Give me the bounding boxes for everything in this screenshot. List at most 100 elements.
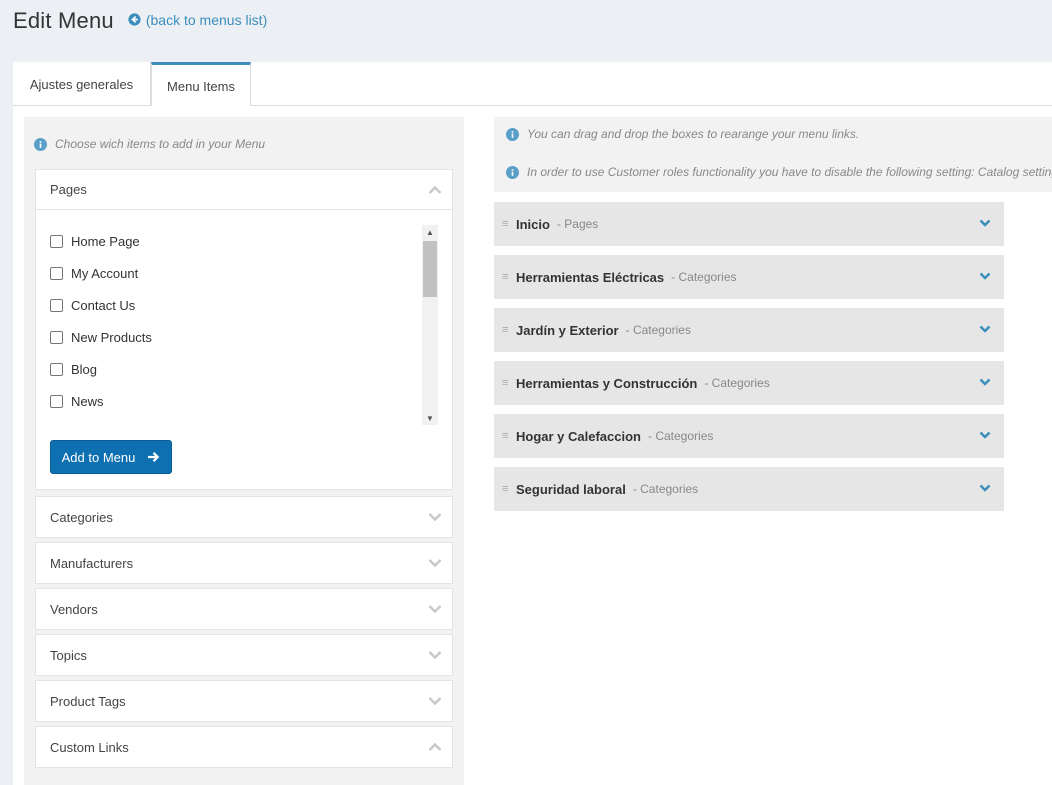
pages-panel-title: Pages bbox=[50, 182, 87, 197]
list-item[interactable]: New Products bbox=[50, 321, 424, 353]
chevron-down-icon bbox=[428, 513, 442, 522]
page-option-label: New Products bbox=[71, 329, 152, 345]
add-to-menu-button[interactable]: Add to Menu bbox=[50, 440, 172, 474]
drag-handle-icon[interactable]: ≡ bbox=[502, 271, 510, 283]
page-title: Edit Menu bbox=[13, 8, 114, 33]
customer-roles-note: In order to use Customer roles functiona… bbox=[506, 165, 1052, 179]
custom-links-panel: Custom Links bbox=[35, 726, 453, 768]
drag-handle-icon[interactable]: ≡ bbox=[502, 218, 510, 230]
vendors-panel-header[interactable]: Vendors bbox=[36, 589, 452, 629]
topics-panel: Topics bbox=[35, 634, 453, 676]
pages-panel: Pages Home Page My Account Contact Us Ne… bbox=[35, 169, 453, 490]
tab-general-settings[interactable]: Ajustes generales bbox=[13, 62, 151, 106]
left-info-text: Choose wich items to add in your Menu bbox=[55, 137, 266, 151]
menu-item[interactable]: ≡ Herramientas y Construcción - Categori… bbox=[494, 361, 1004, 405]
info-icon bbox=[506, 165, 519, 179]
custom-links-panel-title: Custom Links bbox=[50, 739, 129, 755]
chevron-down-icon bbox=[428, 605, 442, 614]
menu-item-type: - Categories bbox=[671, 270, 737, 284]
chevron-down-icon[interactable] bbox=[979, 483, 991, 493]
chevron-down-icon[interactable] bbox=[979, 218, 991, 228]
scroll-thumb[interactable] bbox=[423, 241, 437, 297]
vendors-panel: Vendors bbox=[35, 588, 453, 630]
pages-checklist: Home Page My Account Contact Us New Prod… bbox=[50, 225, 424, 425]
available-items-panel: Choose wich items to add in your Menu Pa… bbox=[24, 117, 464, 785]
back-to-menus-link[interactable]: (back to menus list) bbox=[128, 12, 267, 28]
add-to-menu-label: Add to Menu bbox=[61, 449, 136, 465]
info-icon bbox=[506, 127, 519, 141]
drag-handle-icon[interactable]: ≡ bbox=[502, 483, 510, 495]
right-info-box: You can drag and drop the boxes to reara… bbox=[494, 117, 1052, 192]
list-item[interactable]: News bbox=[50, 385, 424, 417]
menu-item-title: Herramientas y Construcción bbox=[516, 375, 698, 391]
left-info-note: Choose wich items to add in your Menu bbox=[34, 137, 265, 151]
back-circle-arrow-icon bbox=[128, 13, 141, 26]
page-option-label: Blog bbox=[71, 361, 98, 377]
page-option-label: Contact Us bbox=[71, 297, 136, 313]
chevron-down-icon[interactable] bbox=[979, 324, 991, 334]
tab-bar: Ajustes generales Menu Items bbox=[13, 62, 1052, 107]
manufacturers-panel-header[interactable]: Manufacturers bbox=[36, 543, 452, 583]
manufacturers-panel-title: Manufacturers bbox=[50, 555, 134, 571]
info-icon bbox=[34, 137, 47, 151]
product-tags-panel: Product Tags bbox=[35, 680, 453, 722]
back-link-label: (back to menus list) bbox=[145, 11, 268, 28]
menu-item-type: - Pages bbox=[556, 217, 599, 231]
menu-item[interactable]: ≡ Seguridad laboral - Categories bbox=[494, 467, 1004, 511]
checkbox[interactable] bbox=[50, 298, 63, 312]
categories-panel-title: Categories bbox=[50, 509, 113, 525]
menu-item-title: Herramientas Eléctricas bbox=[516, 269, 665, 285]
menu-item-type: - Categories bbox=[704, 376, 770, 390]
custom-links-panel-header[interactable]: Custom Links bbox=[36, 727, 452, 767]
drag-handle-icon[interactable]: ≡ bbox=[502, 324, 510, 336]
checklist-scrollbar[interactable]: ▲ ▼ bbox=[422, 225, 438, 425]
menu-item-type: - Categories bbox=[625, 323, 691, 337]
drag-drop-note: You can drag and drop the boxes to reara… bbox=[506, 127, 859, 141]
list-item[interactable]: My Account bbox=[50, 257, 424, 289]
customer-roles-note-text: In order to use Customer roles functiona… bbox=[527, 165, 1052, 179]
arrow-right-icon bbox=[148, 452, 160, 462]
chevron-down-icon bbox=[428, 559, 442, 568]
checkbox[interactable] bbox=[50, 330, 63, 344]
menu-item-title: Inicio bbox=[516, 216, 550, 232]
drag-handle-icon[interactable]: ≡ bbox=[502, 377, 510, 389]
menu-item[interactable]: ≡ Herramientas Eléctricas - Categories bbox=[494, 255, 1004, 299]
menu-item[interactable]: ≡ Jardín y Exterior - Categories bbox=[494, 308, 1004, 352]
checkbox[interactable] bbox=[50, 394, 63, 408]
checkbox[interactable] bbox=[50, 362, 63, 376]
menu-item-type: - Categories bbox=[632, 482, 699, 496]
product-tags-panel-title: Product Tags bbox=[50, 693, 126, 709]
chevron-down-icon[interactable] bbox=[979, 377, 991, 387]
menu-item-type: - Categories bbox=[648, 429, 714, 443]
chevron-up-icon bbox=[428, 742, 442, 751]
menu-item-title: Jardín y Exterior bbox=[516, 322, 619, 338]
product-tags-panel-header[interactable]: Product Tags bbox=[36, 681, 452, 721]
scroll-down-arrow-icon[interactable]: ▼ bbox=[422, 411, 438, 425]
page-option-label: Home Page bbox=[71, 233, 140, 249]
chevron-down-icon[interactable] bbox=[979, 430, 991, 440]
categories-panel: Categories bbox=[35, 496, 453, 538]
tab-menu-items[interactable]: Menu Items bbox=[151, 62, 251, 107]
drag-handle-icon[interactable]: ≡ bbox=[502, 430, 510, 442]
chevron-down-icon bbox=[428, 651, 442, 660]
menu-item-title: Hogar y Calefaccion bbox=[516, 428, 641, 444]
vendors-panel-title: Vendors bbox=[50, 601, 98, 617]
checkbox[interactable] bbox=[50, 266, 63, 280]
list-item[interactable]: Home Page bbox=[50, 225, 424, 257]
list-item[interactable]: Contact Us bbox=[50, 289, 424, 321]
scroll-up-arrow-icon[interactable]: ▲ bbox=[422, 225, 438, 239]
drag-drop-note-text: You can drag and drop the boxes to reara… bbox=[527, 127, 860, 141]
topics-panel-title: Topics bbox=[50, 647, 87, 663]
list-item[interactable] bbox=[50, 417, 424, 425]
pages-panel-header[interactable]: Pages bbox=[36, 170, 452, 210]
list-item[interactable]: Blog bbox=[50, 353, 424, 385]
chevron-up-icon bbox=[428, 185, 442, 194]
topics-panel-header[interactable]: Topics bbox=[36, 635, 452, 675]
menu-item[interactable]: ≡ Hogar y Calefaccion - Categories bbox=[494, 414, 1004, 458]
categories-panel-header[interactable]: Categories bbox=[36, 497, 452, 537]
menu-item-title: Seguridad laboral bbox=[516, 481, 626, 497]
chevron-down-icon bbox=[428, 697, 442, 706]
chevron-down-icon[interactable] bbox=[979, 271, 991, 281]
checkbox[interactable] bbox=[50, 234, 63, 248]
menu-item[interactable]: ≡ Inicio - Pages bbox=[494, 202, 1004, 246]
